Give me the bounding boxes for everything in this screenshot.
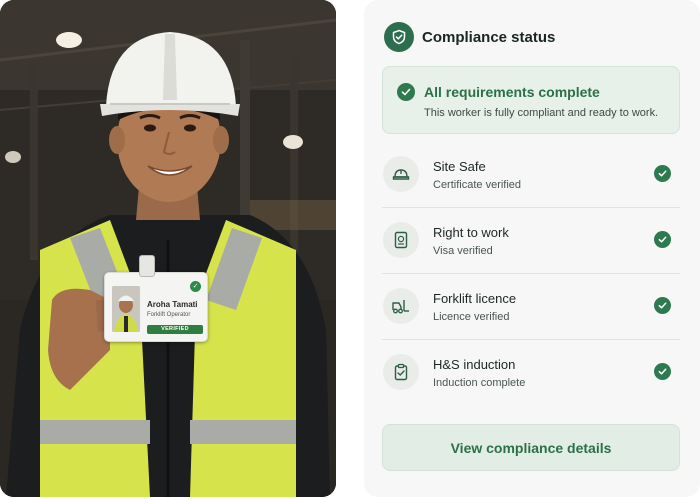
requirement-hs-induction: H&S induction Induction complete bbox=[382, 340, 680, 406]
badge-role: Forklift Operator bbox=[147, 312, 191, 318]
check-circle-icon bbox=[654, 231, 671, 248]
requirement-status: Visa verified bbox=[433, 245, 493, 257]
requirement-title: Site Safe bbox=[433, 159, 486, 174]
view-compliance-details-button[interactable]: View compliance details bbox=[382, 424, 680, 471]
badge-name: Aroha Tamati bbox=[147, 300, 198, 309]
hard-hat-icon bbox=[383, 156, 419, 192]
requirement-title: Right to work bbox=[433, 225, 509, 240]
requirement-title: H&S induction bbox=[433, 357, 516, 372]
panel-title: Compliance status bbox=[422, 29, 556, 46]
badge-verified-label: VERIFIED bbox=[147, 325, 203, 334]
check-circle-icon bbox=[654, 363, 671, 380]
shield-check-icon bbox=[384, 22, 414, 52]
check-circle-icon bbox=[654, 165, 671, 182]
requirement-status: Licence verified bbox=[433, 311, 510, 323]
summary-title: All requirements complete bbox=[424, 84, 600, 100]
id-badge: ✓ Aroha Tamati Forklift Operator VERIFIE… bbox=[104, 255, 208, 342]
worker-photo: ✓ Aroha Tamati Forklift Operator VERIFIE… bbox=[0, 0, 336, 497]
requirement-title: Forklift licence bbox=[433, 291, 517, 306]
requirement-forklift-licence: Forklift licence Licence verified bbox=[382, 274, 680, 340]
requirement-site-safe: Site Safe Certificate verified bbox=[382, 142, 680, 208]
forklift-icon bbox=[383, 288, 419, 324]
summary-text: This worker is fully compliant and ready… bbox=[424, 107, 659, 119]
badge-check-icon: ✓ bbox=[190, 281, 201, 292]
worker-illustration bbox=[0, 0, 336, 497]
badge-clip bbox=[139, 255, 155, 277]
check-circle-icon bbox=[397, 83, 415, 101]
check-circle-icon bbox=[654, 297, 671, 314]
clipboard-check-icon bbox=[383, 354, 419, 390]
badge-photo bbox=[112, 286, 140, 332]
requirement-status: Induction complete bbox=[433, 377, 526, 389]
requirement-right-to-work: Right to work Visa verified bbox=[382, 208, 680, 274]
requirement-status: Certificate verified bbox=[433, 179, 522, 191]
compliance-summary: All requirements complete This worker is… bbox=[382, 66, 680, 134]
compliance-panel: Compliance status All requirements compl… bbox=[364, 0, 700, 497]
passport-icon bbox=[383, 222, 419, 258]
